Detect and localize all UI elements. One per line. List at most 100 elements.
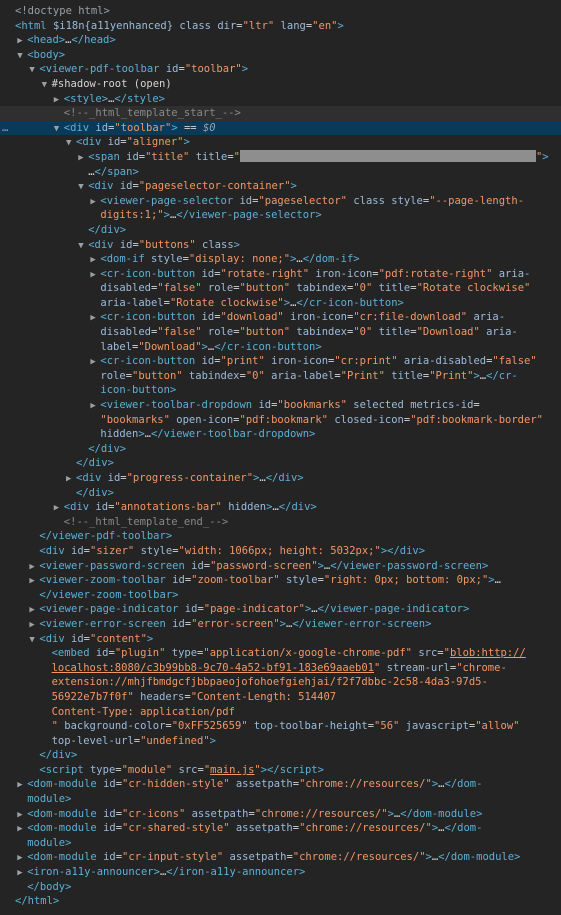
dom-tree-line[interactable]: disabled="false" role="button" tabindex=…	[0, 325, 561, 340]
dom-tree-line[interactable]: "bookmarks" open-icon="pdf:bookmark" clo…	[0, 413, 561, 428]
dom-tree-line[interactable]: ▶ <head>…</head>	[0, 33, 561, 48]
collapse-arrow-icon[interactable]: ▶	[90, 311, 100, 326]
expand-arrow-icon[interactable]: ▼	[78, 180, 88, 195]
dom-tree-line[interactable]: <!--_html_template_end_-->	[0, 515, 561, 530]
dom-tree-line[interactable]: top-level-url="undefined">	[0, 734, 561, 749]
expand-arrow-icon[interactable]: ▼	[42, 78, 52, 93]
collapse-arrow-icon[interactable]: ▶	[17, 808, 27, 823]
dom-tree-line[interactable]: ▶ <viewer-toolbar-dropdown id="bookmarks"…	[0, 398, 561, 413]
collapse-arrow-icon[interactable]: ▶	[78, 151, 88, 166]
collapse-arrow-icon[interactable]: ▶	[66, 472, 76, 487]
dom-tree-line[interactable]: icon-button>	[0, 383, 561, 398]
collapse-arrow-icon[interactable]: ▶	[54, 501, 64, 516]
dom-tree-line[interactable]: </body>	[0, 880, 561, 895]
dom-tree-line[interactable]: ▶ <style>…</style>	[0, 92, 561, 107]
dom-tree-line[interactable]: </viewer-zoom-toolbar>	[0, 588, 561, 603]
dom-tree-line[interactable]: ▼ <div id="pageselector-container">	[0, 179, 561, 194]
dom-tree-line[interactable]: ▶ <viewer-page-indicator id="page-indicat…	[0, 602, 561, 617]
dom-tree-line[interactable]: ▼ #shadow-root (open)	[0, 77, 561, 92]
dom-tree-line[interactable]: ▶ <div id="annotations-bar" hidden>…</div…	[0, 500, 561, 515]
dom-tree-line[interactable]: ▶ <dom-module id="cr-hidden-style" assetp…	[0, 777, 561, 792]
dom-tree-line[interactable]: role="button" tabindex="0" aria-label="P…	[0, 369, 561, 384]
dom-tree-line[interactable]: ▶ <iron-a11y-announcer>…</iron-a11y-annou…	[0, 865, 561, 880]
collapse-arrow-icon[interactable]: ▶	[90, 268, 100, 283]
dom-tree-line[interactable]: 56922e7b7f0f" headers="Content-Length: 5…	[0, 690, 561, 705]
dom-tree-line[interactable]: module>	[0, 792, 561, 807]
dom-tree-line[interactable]: ▶ <viewer-error-screen id="error-screen">…	[0, 617, 561, 632]
collapse-arrow-icon[interactable]: ▶	[17, 851, 27, 866]
expand-arrow-icon[interactable]: ▼	[78, 239, 88, 254]
collapse-arrow-icon[interactable]: ▶	[29, 603, 39, 618]
dom-tree-line[interactable]: ▼ <div id="aligner">	[0, 135, 561, 150]
collapse-arrow-icon[interactable]: ▶	[90, 355, 100, 370]
dom-tree-line[interactable]: … ▼ <div id="toolbar"> == $0	[0, 120, 561, 137]
collapse-arrow-icon[interactable]: ▶	[29, 560, 39, 575]
dom-tree-line[interactable]: ▶ <dom-module id="cr-icons" assetpath="ch…	[0, 807, 561, 822]
dom-tree-line[interactable]: label="Download">…</cr-icon-button>	[0, 340, 561, 355]
collapse-arrow-icon[interactable]: ▶	[54, 93, 64, 108]
expand-arrow-icon[interactable]: ▼	[54, 122, 64, 137]
collapse-arrow-icon[interactable]: ▶	[17, 778, 27, 793]
collapse-arrow-icon[interactable]: ▶	[29, 574, 39, 589]
dom-tree-line[interactable]: disabled="false" role="button" tabindex=…	[0, 281, 561, 296]
node-markup: <head>…</head>	[27, 34, 116, 47]
dom-tree-line[interactable]: </div>	[0, 223, 561, 238]
dom-tree-line[interactable]: ▶ <viewer-zoom-toolbar id="zoom-toolbar" …	[0, 573, 561, 588]
collapse-arrow-icon[interactable]: ▶	[90, 399, 100, 414]
collapse-arrow-icon[interactable]: ▶	[17, 822, 27, 837]
collapse-arrow-icon[interactable]: ▶	[90, 195, 100, 210]
dom-tree-line[interactable]: ▶ <dom-if style="display: none;">…</dom-i…	[0, 252, 561, 267]
dom-tree-line[interactable]: </div>	[0, 486, 561, 501]
dom-tree: <!doctype html> <html $i18n{a11yenhanced}…	[0, 0, 561, 909]
expand-arrow-icon[interactable]: ▼	[29, 633, 39, 648]
collapse-arrow-icon[interactable]: ▶	[90, 253, 100, 268]
dom-tree-line[interactable]: <!doctype html>	[0, 4, 561, 19]
collapse-arrow-icon[interactable]: ▶	[29, 618, 39, 633]
dom-tree-line[interactable]: </viewer-pdf-toolbar>	[0, 529, 561, 544]
expand-arrow-icon[interactable]: ▼	[17, 49, 27, 64]
dom-tree-line[interactable]: " background-color="0xFF525659" top-tool…	[0, 719, 561, 734]
dom-tree-line[interactable]: Content-Type: application/pdf	[0, 705, 561, 720]
dom-tree-line[interactable]: ▶ <div id="progress-container">…</div>	[0, 471, 561, 486]
node-markup: <viewer-error-screen id="error-screen">……	[39, 617, 432, 630]
dom-tree-line[interactable]: …</span>	[0, 165, 561, 180]
more-options-icon[interactable]: …	[2, 121, 8, 136]
dom-tree-line[interactable]: hidden>…</viewer-toolbar-dropdown>	[0, 427, 561, 442]
dom-tree-line[interactable]: module>	[0, 836, 561, 851]
collapse-arrow-icon[interactable]: ▶	[17, 34, 27, 49]
dom-tree-line[interactable]: extension://mhjfbmdgcfjbbpaeojofohoefgie…	[0, 675, 561, 690]
dom-tree-line[interactable]: ▼ <div id="content">	[0, 632, 561, 647]
node-markup: </div>	[88, 442, 127, 455]
expand-arrow-icon[interactable]: ▼	[29, 63, 39, 78]
dom-tree-line[interactable]: ▶ <dom-module id="cr-shared-style" assetp…	[0, 821, 561, 836]
dom-tree-line[interactable]: </div>	[0, 748, 561, 763]
dom-tree-line[interactable]: ▼ <viewer-pdf-toolbar id="toolbar">	[0, 62, 561, 77]
expand-arrow-icon[interactable]: ▼	[66, 136, 76, 151]
dom-tree-line[interactable]: <embed id="plugin" type="application/x-g…	[0, 646, 561, 661]
dom-tree-line[interactable]: ▶ <cr-icon-button id="print" iron-icon="c…	[0, 354, 561, 369]
node-markup: <viewer-page-indicator id="page-indicato…	[39, 603, 470, 616]
dom-tree-line[interactable]: </div>	[0, 442, 561, 457]
node-markup: <script type="module" src="main.js"></sc…	[39, 763, 324, 776]
dom-tree-line[interactable]: ▶ <viewer-page-selector id="pageselector"…	[0, 194, 561, 209]
dom-tree-line[interactable]: digits:1;">…</viewer-page-selector>	[0, 208, 561, 223]
dom-tree-line[interactable]: ▶ <dom-module id="cr-input-style" assetpa…	[0, 850, 561, 865]
dom-tree-line[interactable]: ▶ <cr-icon-button id="rotate-right" iron-…	[0, 267, 561, 282]
dom-tree-line[interactable]: </html>	[0, 894, 561, 909]
dom-tree-line[interactable]: ▶ <cr-icon-button id="download" iron-icon…	[0, 310, 561, 325]
dom-tree-line[interactable]: </div>	[0, 456, 561, 471]
node-markup: Content-Type: application/pdf	[51, 705, 235, 718]
dom-tree-line[interactable]: <!--_html_template_start_-->	[0, 106, 561, 121]
dom-tree-line[interactable]: ▼ <div id="buttons" class>	[0, 238, 561, 253]
dom-tree-line[interactable]: <html $i18n{a11yenhanced} class dir="ltr…	[0, 19, 561, 34]
dom-tree-line[interactable]: localhost:8080/c3b99bb8-9c70-4a52-bf91-1…	[0, 661, 561, 676]
dom-tree-line[interactable]: ▶ <span id="title" title=" ">	[0, 149, 561, 166]
node-markup: <div id="aligner">	[76, 136, 190, 149]
node-markup: <div id="sizer" style="width: 1066px; he…	[39, 544, 426, 557]
collapse-arrow-icon[interactable]: ▶	[17, 866, 27, 881]
dom-tree-line[interactable]: <div id="sizer" style="width: 1066px; he…	[0, 544, 561, 559]
dom-tree-line[interactable]: aria-label="Rotate clockwise">…</cr-icon…	[0, 296, 561, 311]
dom-tree-line[interactable]: ▶ <viewer-password-screen id="password-sc…	[0, 559, 561, 574]
dom-tree-line[interactable]: <script type="module" src="main.js"></sc…	[0, 763, 561, 778]
dom-tree-line[interactable]: ▼ <body>	[0, 48, 561, 63]
